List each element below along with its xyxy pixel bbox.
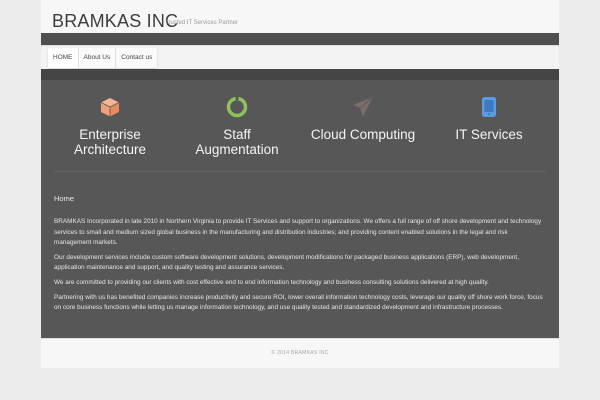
service-title-line-1: Staff (223, 127, 251, 142)
service-title-line-2: Architecture (73, 142, 147, 157)
service-title-line-1: Enterprise (79, 127, 141, 142)
mobile-device-icon (426, 95, 552, 119)
nav-item-home[interactable]: HOME (48, 48, 79, 68)
service-enterprise-architecture[interactable]: Enterprise Architecture (47, 95, 173, 157)
body-paragraph: We are committed to providing our client… (54, 278, 489, 286)
paper-plane-icon (300, 95, 426, 119)
copyright-text: © 2014 BRAMKAS INC (271, 350, 329, 356)
site-tagline: Trusted IT Services Partner (165, 20, 239, 26)
content-top-bar (41, 69, 559, 80)
service-title: Enterprise Architecture (47, 127, 173, 157)
circle-spinner-icon (174, 95, 300, 119)
service-title-line-2: Augmentation (195, 142, 279, 157)
service-cloud-computing[interactable]: Cloud Computing (300, 95, 426, 142)
section-divider (54, 171, 546, 172)
page-wrapper: BRAMKAS INC Trusted IT Services Partner … (41, 0, 559, 368)
service-title: Cloud Computing (300, 127, 426, 142)
body-paragraph: BRAMKAS Incorporated in late 2010 in Nor… (54, 218, 542, 247)
service-title: Staff Augmentation (174, 127, 300, 157)
service-title-line-1: Cloud Computing (310, 127, 416, 142)
service-it-services[interactable]: IT Services (426, 95, 552, 142)
site-header: BRAMKAS INC Trusted IT Services Partner (41, 0, 559, 33)
page-body: BRAMKAS Incorporated in late 2010 in Nor… (54, 217, 546, 318)
nav-item-about-us[interactable]: About Us (79, 48, 117, 68)
header-divider-bar (41, 33, 559, 45)
page-title: Home (54, 194, 75, 203)
site-logo[interactable]: BRAMKAS INC (52, 11, 178, 31)
main-content: Enterprise Architecture Staff Augmentati… (41, 80, 559, 338)
body-paragraph: Our development services include custom … (54, 253, 519, 272)
nav-item-contact-us[interactable]: Contact us (116, 48, 157, 68)
service-title: IT Services (426, 127, 552, 142)
service-title-line-1: IT Services (455, 127, 523, 142)
site-footer: © 2014 BRAMKAS INC (41, 338, 559, 368)
navigation-bar: HOME About Us Contact us (41, 45, 559, 69)
main-menu: HOME About Us Contact us (48, 48, 158, 68)
body-paragraph: Partnering with us has benefited compani… (54, 293, 543, 312)
service-staff-augmentation[interactable]: Staff Augmentation (174, 95, 300, 157)
cube-icon (47, 95, 173, 119)
